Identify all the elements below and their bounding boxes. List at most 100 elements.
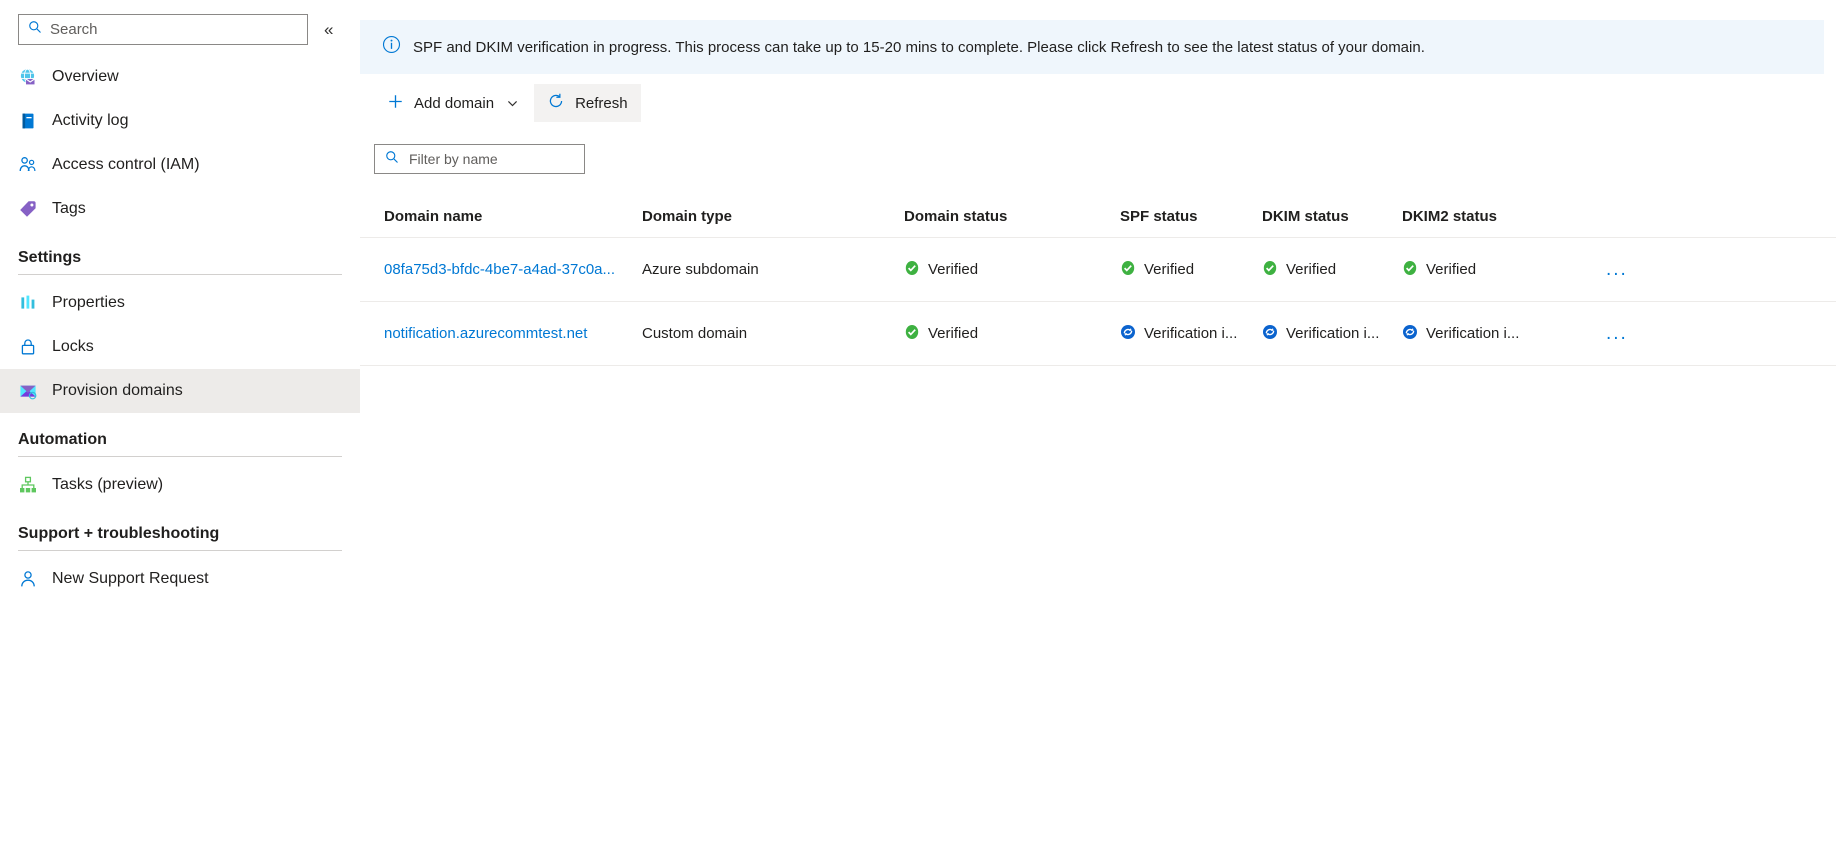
sidebar-item-locks[interactable]: Locks: [0, 325, 360, 369]
activity-log-icon: [18, 111, 38, 131]
cell-dkim2-status: Verified: [1392, 260, 1542, 280]
provision-domains-mail-icon: [18, 381, 38, 401]
verified-check-icon: [1402, 260, 1418, 280]
main-content: SPF and DKIM verification in progress. T…: [360, 0, 1836, 860]
cell-domain-status: Verified: [894, 324, 1110, 344]
filter-placeholder: Filter by name: [409, 151, 498, 167]
column-header-domain-type[interactable]: Domain type: [632, 208, 894, 225]
table-header-row: Domain name Domain type Domain status SP…: [360, 196, 1836, 238]
search-icon: [28, 20, 42, 39]
sidebar-item-access-control[interactable]: Access control (IAM): [0, 143, 360, 187]
verified-check-icon: [1120, 260, 1136, 280]
verified-check-icon: [904, 260, 920, 280]
sidebar-group-support: Support + troubleshooting New Support Re…: [0, 525, 360, 601]
row-context-menu-button[interactable]: ...: [1600, 256, 1634, 283]
domain-name-link[interactable]: 08fa75d3-bfdc-4be7-a4ad-37c0a...: [384, 261, 615, 278]
sidebar: Search « Overview Activity log Access co…: [0, 0, 360, 860]
cell-row-actions: ...: [1542, 256, 1836, 283]
verified-check-icon: [1262, 260, 1278, 280]
cell-spf-status: Verified: [1110, 260, 1252, 280]
status-label: Verified: [1144, 261, 1195, 278]
sidebar-item-label: Locks: [52, 338, 94, 355]
table-row[interactable]: 08fa75d3-bfdc-4be7-a4ad-37c0a... Azure s…: [360, 238, 1836, 302]
sidebar-group-title: Automation: [18, 431, 107, 448]
collapse-sidebar-button[interactable]: «: [324, 21, 333, 38]
search-icon: [385, 150, 399, 169]
domains-table: Domain name Domain type Domain status SP…: [360, 196, 1836, 366]
status-label: Verified: [928, 261, 979, 278]
overview-globe-mail-icon: [18, 67, 38, 87]
status-label: Verified: [928, 325, 979, 342]
cell-row-actions: ...: [1542, 320, 1836, 347]
table-row[interactable]: notification.azurecommtest.net Custom do…: [360, 302, 1836, 366]
cell-dkim2-status: Verification i...: [1392, 324, 1542, 344]
tasks-hierarchy-icon: [18, 475, 38, 495]
column-header-domain-name[interactable]: Domain name: [374, 208, 632, 225]
sidebar-item-properties[interactable]: Properties: [0, 281, 360, 325]
lock-icon: [18, 337, 38, 357]
chevron-down-icon[interactable]: [506, 97, 519, 110]
sidebar-item-label: New Support Request: [52, 570, 209, 587]
tags-icon: [18, 199, 38, 219]
column-header-dkim-status[interactable]: DKIM status: [1252, 208, 1392, 225]
verified-check-icon: [904, 324, 920, 344]
status-label: Verification i...: [1426, 325, 1520, 342]
status-label: Verified: [1426, 261, 1477, 278]
in-progress-sync-icon: [1262, 324, 1278, 344]
info-banner-text: SPF and DKIM verification in progress. T…: [413, 38, 1425, 56]
sidebar-item-label: Access control (IAM): [52, 156, 200, 173]
search-input[interactable]: Search: [18, 14, 308, 45]
properties-bars-icon: [18, 293, 38, 313]
sidebar-item-label: Activity log: [52, 112, 129, 129]
add-domain-button[interactable]: Add domain: [374, 84, 532, 122]
filter-row: Filter by name: [360, 122, 1836, 174]
cell-domain-name: notification.azurecommtest.net: [374, 325, 632, 342]
column-header-spf-status[interactable]: SPF status: [1110, 208, 1252, 225]
column-header-domain-status[interactable]: Domain status: [894, 208, 1110, 225]
sidebar-group-title: Settings: [18, 249, 82, 266]
sidebar-item-new-support-request[interactable]: New Support Request: [0, 557, 360, 601]
status-label: Verification i...: [1144, 325, 1238, 342]
sidebar-item-label: Tags: [52, 200, 86, 217]
cell-domain-status: Verified: [894, 260, 1110, 280]
divider: [18, 550, 342, 551]
sidebar-group-automation: Automation Tasks (preview): [0, 431, 360, 507]
column-header-dkim2-status[interactable]: DKIM2 status: [1392, 208, 1542, 225]
in-progress-sync-icon: [1120, 324, 1136, 344]
sidebar-item-label: Provision domains: [52, 382, 183, 399]
info-banner: SPF and DKIM verification in progress. T…: [360, 20, 1824, 74]
access-control-people-icon: [18, 155, 38, 175]
sidebar-item-provision-domains[interactable]: Provision domains: [0, 369, 360, 413]
sidebar-group-settings: Settings Properties Locks Provision doma…: [0, 249, 360, 413]
sidebar-item-label: Tasks (preview): [52, 476, 164, 493]
sidebar-nav-top: Overview Activity log Access control (IA…: [0, 55, 360, 231]
row-context-menu-button[interactable]: ...: [1600, 320, 1634, 347]
info-icon: [382, 35, 401, 59]
sidebar-item-tasks[interactable]: Tasks (preview): [0, 463, 360, 507]
divider: [18, 456, 342, 457]
sidebar-group-title: Support + troubleshooting: [18, 525, 220, 542]
azure-portal-page: Search « Overview Activity log Access co…: [0, 0, 1836, 860]
cell-dkim-status: Verified: [1252, 260, 1392, 280]
add-domain-label: Add domain: [414, 94, 495, 112]
refresh-label: Refresh: [575, 94, 628, 112]
domain-name-link[interactable]: notification.azurecommtest.net: [384, 325, 587, 342]
sidebar-item-tags[interactable]: Tags: [0, 187, 360, 231]
cell-spf-status: Verification i...: [1110, 324, 1252, 344]
support-person-icon: [18, 569, 38, 589]
sidebar-item-label: Properties: [52, 294, 125, 311]
sidebar-item-overview[interactable]: Overview: [0, 55, 360, 99]
refresh-button[interactable]: Refresh: [534, 84, 641, 122]
divider: [18, 274, 342, 275]
cell-domain-type: Custom domain: [642, 325, 748, 342]
sidebar-item-label: Overview: [52, 68, 119, 85]
status-label: Verification i...: [1286, 325, 1380, 342]
filter-input[interactable]: Filter by name: [374, 144, 585, 174]
cell-domain-name: 08fa75d3-bfdc-4be7-a4ad-37c0a...: [374, 261, 632, 278]
sidebar-search-row: Search «: [0, 14, 360, 45]
plus-icon: [387, 93, 404, 114]
cell-dkim-status: Verification i...: [1252, 324, 1392, 344]
refresh-icon: [547, 92, 565, 114]
sidebar-item-activity-log[interactable]: Activity log: [0, 99, 360, 143]
in-progress-sync-icon: [1402, 324, 1418, 344]
